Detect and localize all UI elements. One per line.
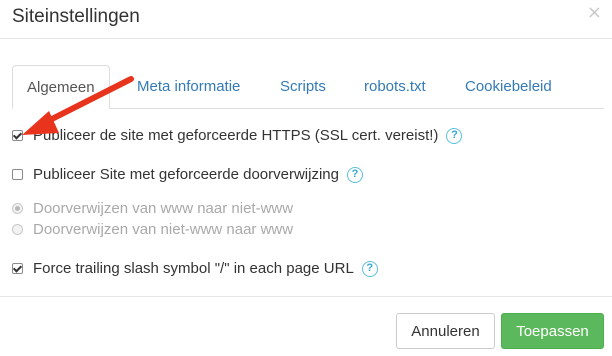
cancel-button[interactable]: Annuleren — [396, 313, 495, 349]
radio-www-to-nonwww-row: Doorverwijzen van www naar niet-www — [12, 200, 293, 217]
https-checkbox[interactable] — [12, 130, 23, 141]
tab-meta-informatie[interactable]: Meta informatie — [123, 65, 254, 108]
tab-scripts[interactable]: Scripts — [266, 65, 340, 108]
radio-nonwww-to-www-row: Doorverwijzen van niet-www naar www — [12, 221, 293, 238]
redirect-checkbox[interactable] — [12, 169, 23, 180]
dialog-header: Siteinstellingen × — [0, 0, 612, 39]
trailing-slash-option-row: Force trailing slash symbol "/" in each … — [12, 260, 378, 277]
help-icon[interactable]: ? — [361, 260, 378, 277]
redirect-option-row: Publiceer Site met geforceerde doorverwi… — [12, 166, 363, 183]
close-icon[interactable]: × — [587, 4, 602, 22]
help-icon[interactable]: ? — [446, 127, 463, 144]
trailing-slash-label: Force trailing slash symbol "/" in each … — [33, 260, 354, 277]
tab-algemeen[interactable]: Algemeen — [12, 65, 110, 109]
site-settings-dialog: Siteinstellingen × Algemeen Meta informa… — [0, 0, 612, 355]
help-icon[interactable]: ? — [346, 166, 363, 183]
redirect-label: Publiceer Site met geforceerde doorverwi… — [33, 166, 339, 183]
radio-nonwww-to-www-label: Doorverwijzen van niet-www naar www — [33, 221, 294, 238]
https-option-row: Publiceer de site met geforceerde HTTPS … — [12, 127, 463, 144]
radio-www-to-nonwww[interactable] — [12, 203, 23, 214]
tab-cookiebeleid[interactable]: Cookiebeleid — [451, 65, 566, 108]
radio-www-to-nonwww-label: Doorverwijzen van www naar niet-www — [33, 200, 294, 217]
apply-button[interactable]: Toepassen — [501, 313, 604, 349]
dialog-footer: Annuleren Toepassen — [0, 296, 612, 356]
tab-robots-txt[interactable]: robots.txt — [350, 65, 440, 108]
dialog-title: Siteinstellingen — [12, 6, 140, 27]
radio-nonwww-to-www[interactable] — [12, 224, 23, 235]
tab-bar: Algemeen Meta informatie Scripts robots.… — [12, 65, 604, 109]
https-label: Publiceer de site met geforceerde HTTPS … — [33, 127, 439, 144]
trailing-slash-checkbox[interactable] — [12, 263, 23, 274]
